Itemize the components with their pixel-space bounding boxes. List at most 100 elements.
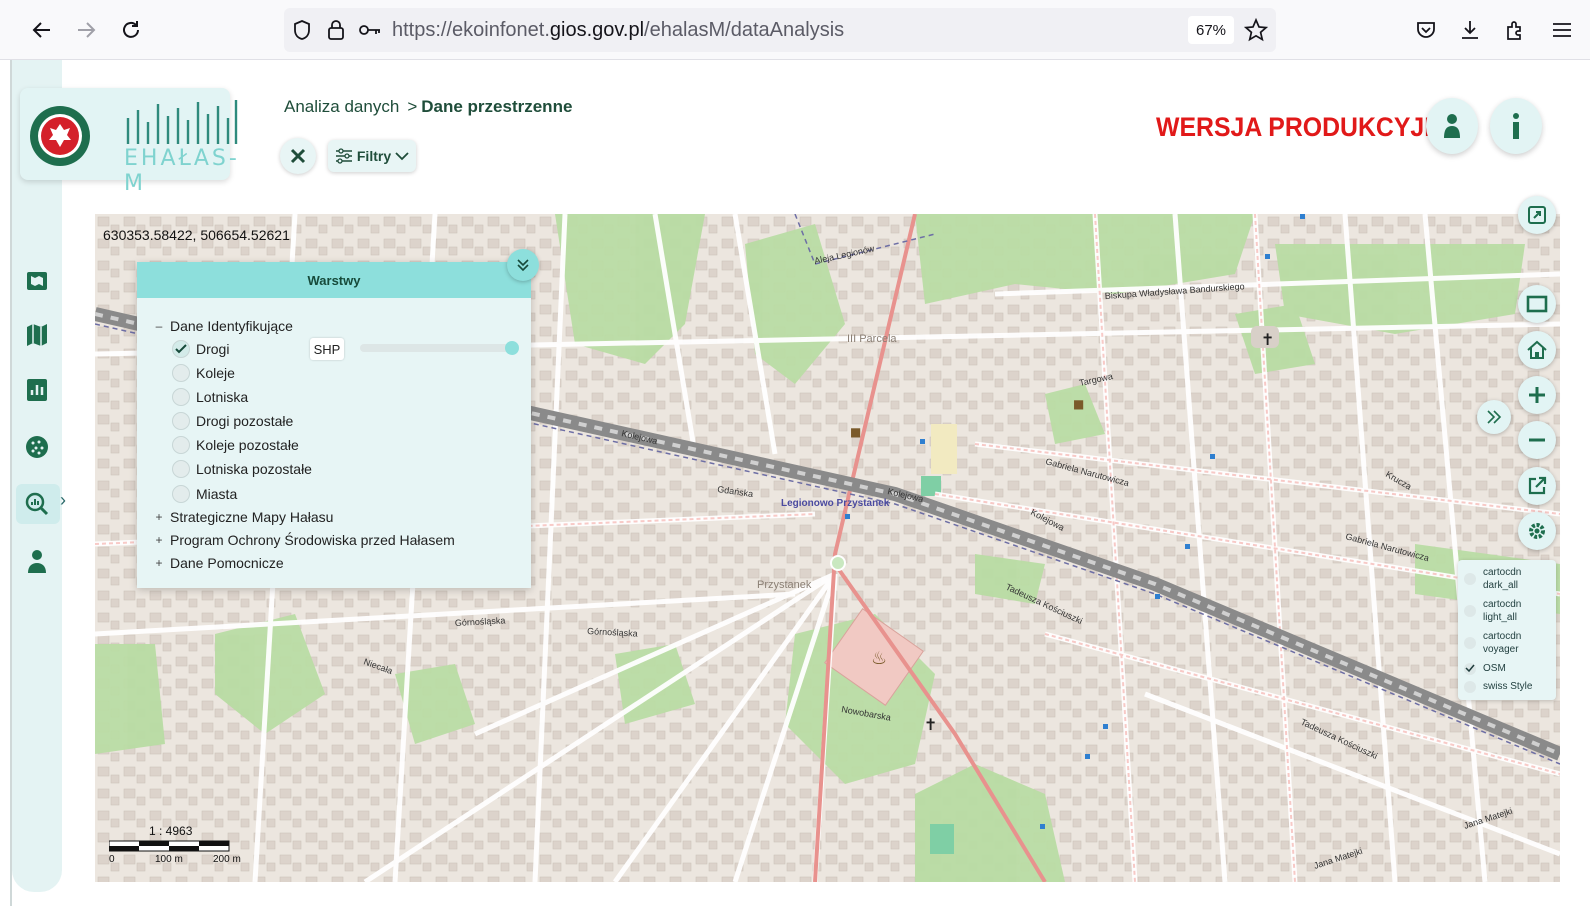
- expand-toggle[interactable]: +: [154, 510, 164, 524]
- layer-checkbox[interactable]: [172, 388, 190, 406]
- rectangle-icon: [1526, 295, 1548, 313]
- external-link-icon: [1528, 476, 1547, 495]
- layer-item-koleje[interactable]: Koleje: [172, 364, 235, 382]
- expand-toggle[interactable]: +: [154, 556, 164, 570]
- cursor-coordinates: 630353.58422, 506654.52621: [103, 227, 290, 243]
- svg-text:Legionowo Przystanek: Legionowo Przystanek: [781, 498, 890, 509]
- layer-opacity-slider[interactable]: [360, 344, 514, 352]
- svg-text:Przystanek: Przystanek: [757, 579, 812, 591]
- shield-icon[interactable]: [290, 18, 314, 42]
- reload-icon[interactable]: [115, 14, 147, 46]
- svg-text:♨: ♨: [871, 648, 887, 669]
- filters-label: Filtry: [356, 148, 392, 164]
- close-button[interactable]: [280, 138, 316, 174]
- home-button[interactable]: [1518, 331, 1556, 369]
- layer-label: Drogi: [196, 341, 230, 357]
- extensions-icon[interactable]: [1499, 14, 1531, 46]
- map-book-icon[interactable]: [22, 266, 52, 296]
- menu-icon[interactable]: [1546, 14, 1578, 46]
- layer-group-auxiliary[interactable]: + Dane Pomocnicze: [154, 555, 284, 571]
- basemap-option-dark[interactable]: cartocdn dark_all: [1464, 566, 1521, 592]
- user-settings-icon[interactable]: [22, 546, 52, 576]
- layer-checkbox[interactable]: [172, 412, 190, 430]
- layer-group-protection-program[interactable]: + Program Ochrony Środowiska przed Hałas…: [154, 532, 454, 548]
- breadcrumb: Analiza danych > Dane przestrzenne: [284, 97, 572, 117]
- expand-nav-chevron-icon[interactable]: ›: [60, 490, 66, 511]
- svg-text:■: ■: [1073, 397, 1084, 411]
- layer-checkbox[interactable]: [172, 485, 190, 503]
- folded-map-icon[interactable]: [22, 320, 52, 350]
- layer-group-noise-maps[interactable]: + Strategiczne Mapy Hałasu: [154, 509, 333, 525]
- zoom-out-button[interactable]: [1518, 421, 1556, 459]
- basemap-option-swiss[interactable]: swiss Style: [1464, 680, 1532, 693]
- zoom-to-extent-button[interactable]: [1518, 285, 1556, 323]
- download-icon[interactable]: [1454, 14, 1486, 46]
- open-external-button[interactable]: [1518, 467, 1556, 505]
- basemap-radio[interactable]: [1464, 573, 1476, 585]
- layer-checkbox[interactable]: [172, 364, 190, 382]
- layer-label: Lotniska: [196, 389, 249, 405]
- layer-checkbox[interactable]: [172, 436, 190, 454]
- url-bar[interactable]: https://ekoinfonet.gios.gov.pl/ehalasM/d…: [284, 8, 1276, 52]
- sound-wave-icon: [126, 100, 238, 144]
- basemap-option-osm[interactable]: OSM: [1464, 662, 1506, 675]
- basemap-radio[interactable]: [1464, 637, 1476, 649]
- shp-download-button[interactable]: SHP: [310, 338, 344, 360]
- inspection-emblem-icon: [30, 106, 90, 166]
- scale-ratio: 1 : 4963: [149, 824, 193, 838]
- map-chart-icon[interactable]: [22, 375, 52, 405]
- lock-icon[interactable]: [324, 18, 348, 42]
- expand-toggle[interactable]: +: [154, 533, 164, 547]
- layer-item-drogi[interactable]: Drogi: [172, 340, 229, 358]
- collapse-toggle[interactable]: –: [154, 319, 164, 333]
- key-icon[interactable]: [358, 18, 382, 42]
- layer-checkbox[interactable]: [172, 460, 190, 478]
- layer-item-lotniska[interactable]: Lotniska: [172, 388, 248, 406]
- layer-item-drogi-pozostale[interactable]: Drogi pozostałe: [172, 412, 293, 430]
- layer-label: Miasta: [196, 486, 238, 502]
- side-navigation: [12, 60, 62, 892]
- map-scale: 1 : 4963 0 100 m 200 m: [107, 822, 247, 868]
- map-settings-button[interactable]: [1518, 512, 1556, 550]
- back-icon[interactable]: [26, 14, 58, 46]
- layer-item-lotniska-pozostale[interactable]: Lotniska pozostałe: [172, 460, 312, 478]
- user-account-button[interactable]: [1426, 98, 1478, 154]
- zoom-in-button[interactable]: [1518, 376, 1556, 414]
- layer-item-koleje-pozostale[interactable]: Koleje pozostałe: [172, 436, 299, 454]
- layer-group-identifying[interactable]: – Dane Identyfikujące: [154, 318, 293, 334]
- sliders-icon: [335, 148, 352, 164]
- basemap-option-voyager[interactable]: cartocdn voyager: [1464, 630, 1521, 656]
- bookmark-star-icon[interactable]: [1244, 18, 1268, 42]
- app-logo[interactable]: EHAŁAS-M: [20, 88, 238, 196]
- basemap-radio[interactable]: [1464, 662, 1476, 675]
- basemap-switcher: cartocdn dark_all cartocdn light_all carto…: [1458, 560, 1556, 700]
- layer-opacity-handle[interactable]: [505, 341, 519, 355]
- info-button[interactable]: [1490, 98, 1542, 154]
- gear-icon: [1529, 523, 1545, 539]
- svg-text:III Parcela: III Parcela: [847, 333, 897, 345]
- layer-group-label: Dane Pomocnicze: [170, 555, 284, 571]
- zoom-level[interactable]: 67%: [1188, 16, 1234, 44]
- checkmark-icon: [175, 344, 187, 354]
- fullscreen-icon: [1528, 206, 1546, 224]
- basemap-radio[interactable]: [1464, 605, 1476, 617]
- layer-item-miasta[interactable]: Miasta: [172, 485, 237, 503]
- basemap-option-light[interactable]: cartocdn light_all: [1464, 598, 1521, 624]
- collapse-panel-button[interactable]: [507, 249, 539, 281]
- layer-label: Drogi pozostałe: [196, 413, 294, 429]
- svg-text:✝: ✝: [924, 715, 937, 734]
- environment-label: WERSJA PRODUKCYJNA: [1156, 112, 1461, 142]
- basemap-radio[interactable]: [1464, 680, 1476, 693]
- breadcrumb-analysis[interactable]: Analiza danych: [284, 97, 399, 116]
- filters-button[interactable]: Filtry: [328, 140, 416, 172]
- layer-group-label: Strategiczne Mapy Hałasu: [170, 509, 334, 525]
- svg-text:■: ■: [850, 425, 861, 439]
- pocket-icon[interactable]: [1410, 14, 1442, 46]
- double-chevron-down-icon: [517, 259, 529, 272]
- expand-side-panel-button[interactable]: [1477, 400, 1511, 434]
- globe-pattern-icon[interactable]: [22, 432, 52, 462]
- data-analysis-search-icon[interactable]: [22, 489, 52, 519]
- forward-icon[interactable]: [70, 14, 102, 46]
- fullscreen-button[interactable]: [1518, 196, 1556, 234]
- layer-checkbox[interactable]: [172, 340, 190, 358]
